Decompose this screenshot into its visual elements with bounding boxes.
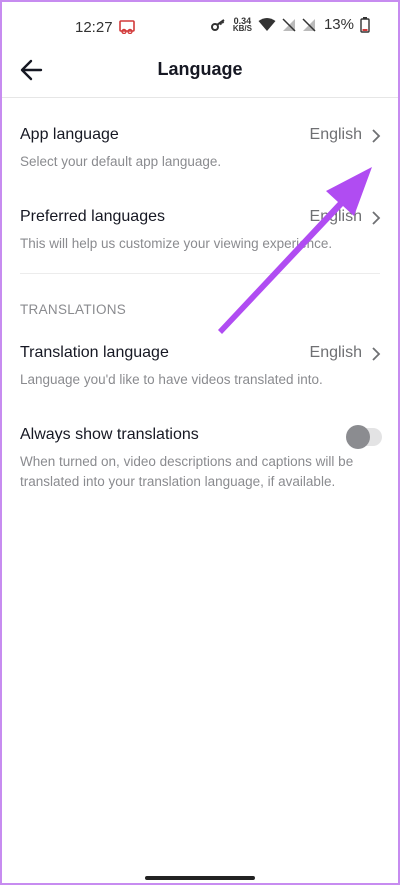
setting-title: Always show translations bbox=[20, 426, 199, 443]
wifi-icon bbox=[258, 17, 276, 32]
network-speed: 0.34 KB/S bbox=[232, 16, 252, 33]
chevron-right-icon bbox=[370, 346, 382, 362]
battery-icon bbox=[360, 16, 370, 33]
battery-percent: 13% bbox=[323, 16, 354, 33]
setting-value: English bbox=[309, 344, 362, 361]
header: Language bbox=[0, 40, 400, 98]
toggle-knob bbox=[346, 425, 370, 449]
setting-translation-language[interactable]: Translation language English Language yo… bbox=[20, 344, 382, 390]
always-show-translations-toggle[interactable] bbox=[346, 425, 382, 449]
sim-no-signal-icon-2 bbox=[302, 17, 316, 32]
page-title: Language bbox=[157, 59, 243, 79]
annotation-arrow bbox=[218, 167, 372, 334]
key-icon bbox=[210, 18, 227, 31]
setting-description: When turned on, video descriptions and c… bbox=[20, 454, 354, 489]
section-label-translations: TRANSLATIONS bbox=[20, 302, 127, 317]
home-indicator[interactable] bbox=[145, 876, 255, 880]
screen-record-icon bbox=[119, 20, 135, 35]
setting-always-show-translations: Always show translations When turned on,… bbox=[20, 425, 382, 492]
net-speed-unit: KB/S bbox=[232, 23, 252, 33]
sim-no-signal-icon bbox=[282, 17, 296, 32]
setting-description: Language you'd like to have videos trans… bbox=[20, 372, 323, 387]
status-time: 12:27 bbox=[75, 19, 113, 36]
